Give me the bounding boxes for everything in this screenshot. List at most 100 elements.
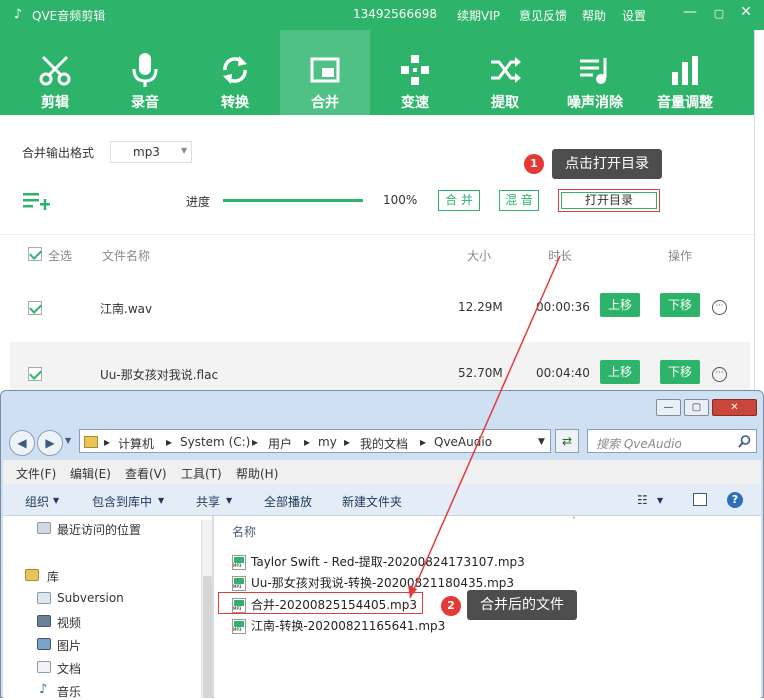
progress-label: 进度 (186, 195, 211, 209)
minimize-icon[interactable]: — (681, 4, 699, 20)
nav-item[interactable]: 视频 (57, 614, 81, 631)
merge-button[interactable]: 合 并 (438, 190, 480, 211)
header-duration: 时长 (548, 249, 573, 263)
address-dropdown-icon[interactable]: ▼ (538, 437, 545, 447)
search-icon[interactable] (738, 435, 751, 448)
pictures-icon (37, 638, 51, 650)
menu-file[interactable]: 文件(F) (16, 465, 56, 482)
cmd-play-all[interactable]: 全部播放 (264, 493, 312, 510)
tool-volume[interactable]: 音量调整 (640, 30, 730, 115)
path-segment[interactable]: my (318, 435, 337, 449)
mix-button[interactable]: 混 音 (499, 190, 539, 211)
window-edge (754, 30, 764, 390)
select-all-checkbox[interactable] (28, 247, 42, 261)
progress-bar (223, 199, 363, 202)
denoise-icon (580, 58, 607, 84)
path-separator: ▸ (104, 435, 111, 449)
tool-cut[interactable]: 剪辑 (10, 30, 100, 115)
path-segment[interactable]: 我的文档 (360, 435, 408, 452)
cmd-organize[interactable]: 组织 (25, 493, 49, 510)
tool-convert[interactable]: 转换 (190, 30, 280, 115)
explorer-minimize-icon[interactable]: — (656, 399, 681, 416)
search-box[interactable]: 搜索 QveAudio (587, 429, 757, 453)
path-segment[interactable]: 计算机 (118, 435, 154, 452)
cmd-include-library[interactable]: 包含到库中 (92, 493, 152, 510)
path-segment[interactable]: 用户 (268, 435, 292, 452)
tool-speed[interactable]: 变速 (370, 30, 460, 115)
add-list-icon[interactable] (22, 191, 50, 211)
tool-extract-label: 提取 (491, 95, 519, 111)
microphone-icon (132, 53, 158, 87)
back-arrow-icon[interactable]: ◀ (9, 430, 35, 456)
open-dir-button[interactable]: 打开目录 (561, 192, 657, 209)
nav-item[interactable]: 最近访问的位置 (57, 521, 141, 538)
explorer-command-bar: 组织 ▼ 包含到库中 ▼ 共享 ▼ 全部播放 新建文件夹 ☷ ▼ ? (3, 484, 761, 516)
convert-icon (223, 56, 247, 84)
refresh-icon[interactable]: ⇄ (555, 429, 579, 453)
open-dir-highlight: 打开目录 (558, 189, 660, 212)
menu-help[interactable]: 帮助 (582, 7, 606, 24)
tool-convert-label: 转换 (221, 95, 249, 111)
nav-item[interactable]: 音乐 (57, 683, 81, 700)
more-options-icon[interactable]: ··· (712, 300, 727, 315)
tool-merge[interactable]: 合并 (280, 30, 370, 115)
move-down-button[interactable]: 下移 (660, 360, 700, 384)
extract-icon (491, 57, 521, 83)
more-options-icon[interactable]: ··· (712, 367, 727, 382)
subversion-icon (37, 592, 51, 604)
nav-scrollbar[interactable] (201, 520, 212, 698)
step-badge-2: 2 (441, 596, 461, 616)
path-segment[interactable]: System (C:) (180, 435, 250, 449)
row-checkbox[interactable] (28, 367, 42, 381)
tooltip-open-dir-text: 点击打开目录 (565, 156, 649, 172)
menu-edit[interactable]: 编辑(E) (70, 465, 111, 482)
tool-denoise[interactable]: 噪声消除 (550, 30, 640, 115)
preview-pane-icon[interactable] (693, 493, 707, 506)
maximize-icon[interactable]: ▢ (710, 7, 728, 20)
move-down-button[interactable]: 下移 (660, 293, 700, 317)
file-item[interactable]: 江南-转换-20200821165641.mp3 (232, 617, 445, 634)
view-options-icon[interactable]: ☷ (637, 493, 648, 507)
nav-item[interactable]: Subversion (57, 591, 124, 605)
row-checkbox[interactable] (28, 301, 42, 315)
step-badge-1: 1 (524, 154, 544, 174)
menu-feedback[interactable]: 意见反馈 (519, 7, 567, 24)
menu-vip[interactable]: 续期VIP (457, 7, 500, 24)
menu-view[interactable]: 查看(V) (125, 465, 167, 482)
merge-icon (310, 57, 340, 83)
format-value: mp3 (133, 145, 160, 159)
column-header-name[interactable]: 名称 (232, 523, 256, 540)
file-item[interactable]: Uu-那女孩对我说-转换-20200821180435.mp3 (232, 574, 514, 591)
file-item[interactable]: Taylor Swift - Red-提取-20200824173107.mp3 (232, 553, 525, 570)
move-up-button[interactable]: 上移 (600, 293, 640, 317)
nav-item[interactable]: 图片 (57, 637, 81, 654)
merged-file-highlight (218, 592, 423, 614)
address-bar[interactable]: ▸ 计算机 ▸ System (C:) ▸ 用户 ▸ my ▸ 我的文档 ▸ Q… (79, 429, 551, 453)
close-icon[interactable]: ✕ (737, 4, 755, 20)
cmd-new-folder[interactable]: 新建文件夹 (342, 493, 402, 510)
file-name: Uu-那女孩对我说-转换-20200821180435.mp3 (251, 576, 515, 590)
tool-cut-label: 剪辑 (41, 95, 69, 111)
explorer-close-icon[interactable]: ✕ (712, 399, 757, 416)
menu-tools[interactable]: 工具(T) (181, 465, 222, 482)
format-select[interactable]: mp3 ▼ (110, 141, 192, 163)
cmd-share[interactable]: 共享 (196, 493, 220, 510)
path-separator: ▸ (420, 435, 427, 449)
nav-scroll-thumb[interactable] (203, 576, 212, 698)
mp3-file-icon (232, 619, 246, 634)
tool-record[interactable]: 录音 (100, 30, 190, 115)
search-placeholder: 搜索 QveAudio (596, 437, 682, 451)
nav-item[interactable]: 库 (47, 568, 59, 585)
mp3-file-icon (232, 576, 246, 591)
menu-settings[interactable]: 设置 (622, 7, 646, 24)
menu-help[interactable]: 帮助(H) (236, 465, 278, 482)
help-icon[interactable]: ? (727, 492, 743, 508)
history-chevron-icon[interactable]: ▼ (65, 436, 71, 445)
path-segment[interactable]: QveAudio (434, 435, 492, 449)
move-up-button[interactable]: 上移 (600, 360, 640, 384)
nav-item[interactable]: 文档 (57, 660, 81, 677)
explorer-maximize-icon[interactable]: ▢ (684, 399, 709, 416)
tool-extract[interactable]: 提取 (460, 30, 550, 115)
path-separator: ▸ (166, 435, 173, 449)
forward-arrow-icon[interactable]: ▶ (37, 430, 63, 456)
